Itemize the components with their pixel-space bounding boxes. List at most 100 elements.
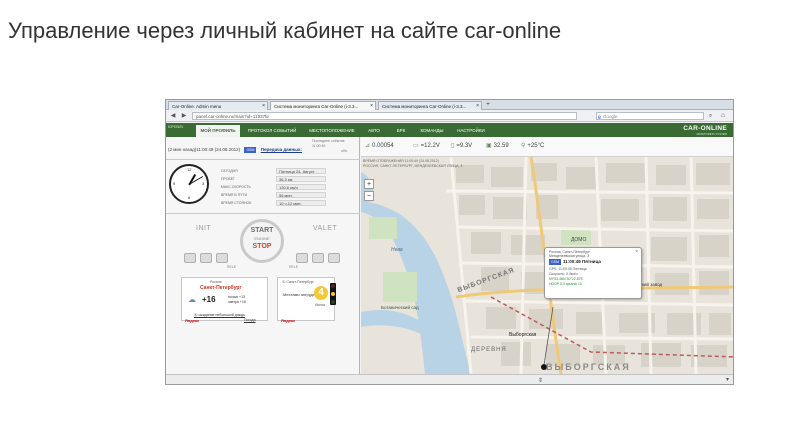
backup-battery-icon: ▯ xyxy=(451,143,455,149)
gsm-icon: GSM xyxy=(244,147,257,153)
weather-link[interactable]: Погода xyxy=(244,318,256,322)
close-icon[interactable]: × xyxy=(476,102,479,110)
tab-commands[interactable]: команды xyxy=(416,125,448,137)
close-icon[interactable]: × xyxy=(370,102,373,110)
traffic-light-green xyxy=(331,300,335,304)
browser-tab-label: Система мониторинга Car-Online (i-3.3... xyxy=(274,104,359,109)
popup-gps: GPS: 11:00:49 Пятница xyxy=(549,267,587,271)
telemetry-value: =9.3V xyxy=(456,143,473,149)
control-button[interactable] xyxy=(312,253,324,263)
info-value: 130.6 км/ч xyxy=(276,184,326,190)
tab-auto[interactable]: авто xyxy=(362,125,386,137)
info-value: 36.3 км xyxy=(276,176,326,182)
search-icon[interactable]: ⌕ xyxy=(706,112,715,120)
traffic-light-yellow xyxy=(331,292,335,296)
weather-widget: Россия Санкт-Петербург ☁ +16 ночью +13 з… xyxy=(181,277,268,323)
timeline-text: (2 мин назад)11:00:49 (24.08.2012) xyxy=(168,147,241,153)
control-button[interactable] xyxy=(328,253,340,263)
info-label: Пробег xyxy=(221,177,236,181)
zoom-out-button[interactable]: − xyxy=(364,191,374,201)
clock-number: 3 xyxy=(202,181,205,186)
browser-tab-monitoring-active[interactable]: Система мониторинга Car-Online (i-3.3...… xyxy=(270,101,376,110)
cloud-icon: ☁ xyxy=(188,295,196,304)
clock-number: 9 xyxy=(173,181,176,186)
back-arrow-icon[interactable]: ◀ xyxy=(168,111,178,121)
tab-settings[interactable]: настройки xyxy=(452,125,490,137)
last-event-time: 11:00:49 xyxy=(312,143,326,148)
new-tab-button[interactable]: + xyxy=(483,101,493,109)
gsm-icon: GSM xyxy=(549,259,561,265)
start-stop-button[interactable] xyxy=(240,219,284,263)
tab-profile[interactable]: мой профиль xyxy=(196,125,240,137)
map-label: Нева xyxy=(391,247,403,253)
scroll-handle-icon[interactable]: ⇕ xyxy=(538,377,543,384)
google-icon: g xyxy=(598,114,601,119)
clock-number: 12 xyxy=(187,167,192,172)
url-bar[interactable]: panel.car-online.ru/main?id=11937fe xyxy=(192,112,577,120)
traffic-light-icon xyxy=(330,283,336,305)
info-value: 10 ч.12 мин. xyxy=(276,200,326,206)
transfer-link[interactable]: Передача данных: xyxy=(261,147,302,152)
map-address-caption: Россия, Санкт-Петербург, Менделеевская у… xyxy=(363,163,463,168)
close-icon[interactable]: × xyxy=(262,102,265,110)
bottom-bar: ⇕ ▾ xyxy=(166,374,733,384)
left-panel: Последнее событие 11:00:49 (2 мин назад)… xyxy=(166,137,360,374)
control-button[interactable] xyxy=(184,253,196,263)
map-label: ДОМО xyxy=(571,237,587,243)
app-navbar: ЮРЕВИЧ мой профиль протокол событий мест… xyxy=(166,123,733,137)
start-label: START xyxy=(250,227,274,234)
map-area[interactable]: ВЫБОРГСКАЯ ВЫБОРГСКАЯ Выборгская ДЕРЕВНЯ… xyxy=(361,137,733,374)
car-online-logo: CAR-ONLINE xyxy=(683,125,727,132)
popup-time: 11:00:49 Пятница xyxy=(563,259,601,264)
browser-tab-admin[interactable]: Car-Online. Admin menu × xyxy=(168,101,268,110)
zoom-control: + − xyxy=(364,179,374,223)
fuel-icon: ▣ xyxy=(486,143,492,149)
traffic-light-red xyxy=(331,284,335,288)
page-heading: Управление через личный кабинет на сайте… xyxy=(8,18,562,43)
forward-arrow-icon[interactable]: ▶ xyxy=(179,111,189,121)
popup-line: Менделеевская улица, 3 xyxy=(549,254,590,258)
map-label: Выборгская xyxy=(509,332,537,338)
refresh-button[interactable]: обн. xyxy=(341,149,348,153)
info-value: Пятница 24. Август xyxy=(276,168,326,174)
traffic-widget: Ⓐ Санкт-Петербург Местами затруднения 4 … xyxy=(277,277,336,323)
browser-navbar: ◀ ▶ panel.car-online.ru/main?id=11937fe … xyxy=(166,110,733,122)
telemetry-temp: ⚲ +25°C xyxy=(521,142,544,149)
weather-forecast-link[interactable]: Ⓐ ожидание небольшой дождь xyxy=(194,313,245,318)
battery-icon: ▭ xyxy=(413,143,419,149)
info-label: Время стоянок xyxy=(221,201,252,205)
tab-event-log[interactable]: протокол событий xyxy=(242,125,302,137)
telemetry-value: 0.00054 xyxy=(372,143,394,149)
scroll-down-icon[interactable]: ▾ xyxy=(726,376,729,383)
control-button[interactable] xyxy=(296,253,308,263)
tab-brk[interactable]: брк xyxy=(390,125,412,137)
yandex-logo[interactable]: Яндекс xyxy=(281,318,295,323)
browser-tab-label: Car-Online. Admin menu xyxy=(172,104,222,109)
valet-button[interactable]: VALET xyxy=(313,225,337,232)
weather-night: ночью +13 xyxy=(228,295,245,299)
yandex-logo[interactable]: Яндекс xyxy=(185,318,199,323)
vehicle-popup: × Россия, Санкт-Петербург Менделеевская … xyxy=(544,247,642,299)
weather-tomorrow: завтра +18 xyxy=(228,300,246,304)
browser-tab-monitoring[interactable]: Система мониторинга Car-Online (i-3.3...… xyxy=(378,101,482,110)
info-label: Сегодня xyxy=(221,169,238,173)
zoom-in-button[interactable]: + xyxy=(364,179,374,189)
map-label: ВЫБОРГСКАЯ xyxy=(546,362,631,372)
init-button[interactable]: INIT xyxy=(196,225,211,232)
engine-control-panel: INIT VALET START ENGINE STOP RELE RELE xyxy=(176,217,356,272)
popup-hdop: HDOP 0.9 sputnik 10 xyxy=(549,282,582,286)
control-button[interactable] xyxy=(200,253,212,263)
weather-region: Россия xyxy=(210,280,222,284)
divider xyxy=(166,213,360,214)
home-icon[interactable]: ⌂ xyxy=(718,111,728,121)
control-button[interactable] xyxy=(216,253,228,263)
search-input[interactable]: g Google xyxy=(596,112,704,120)
tab-location[interactable]: местоположение xyxy=(304,125,360,137)
timeline: (2 мин назад)11:00:49 (24.08.2012) GSM П… xyxy=(168,147,302,153)
engine-label: ENGINE xyxy=(254,236,270,241)
close-icon[interactable]: × xyxy=(635,249,638,255)
weather-temp: +16 xyxy=(202,295,216,304)
user-name: ЮРЕВИЧ xyxy=(168,125,184,129)
signal-icon: ⊿ xyxy=(365,143,371,149)
search-placeholder: Google xyxy=(603,114,618,119)
